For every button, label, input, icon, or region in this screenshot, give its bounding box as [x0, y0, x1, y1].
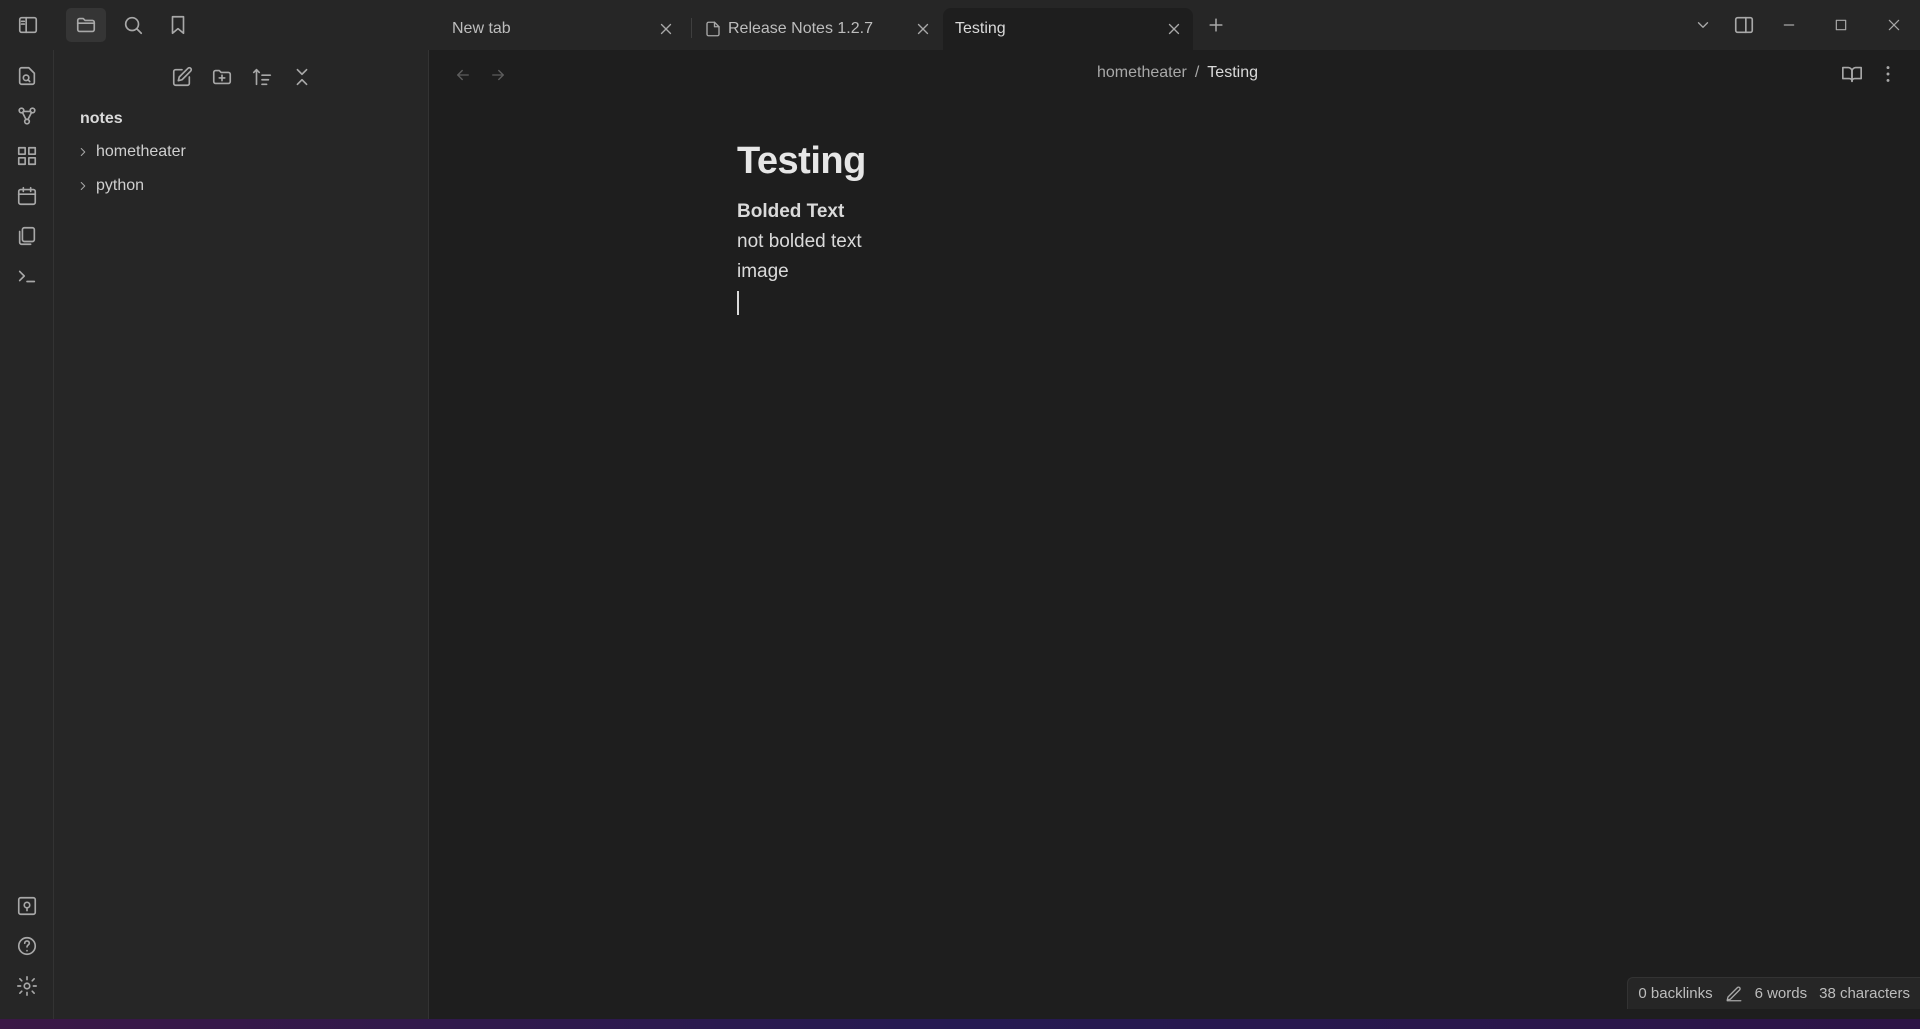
tab-separator — [691, 18, 692, 38]
tab-label: Testing — [955, 20, 1006, 37]
file-icon — [706, 21, 720, 37]
book-open-icon — [1842, 66, 1862, 83]
search-view-button[interactable] — [113, 8, 153, 42]
settings-button[interactable] — [13, 972, 41, 1000]
new-note-icon — [172, 66, 193, 87]
search-icon — [124, 16, 143, 35]
close-icon — [660, 23, 672, 35]
tab-list-button[interactable] — [1683, 8, 1723, 42]
breadcrumb-parent[interactable]: hometheater — [1097, 64, 1187, 82]
close-window-button[interactable] — [1874, 8, 1914, 42]
note-line[interactable]: image — [737, 257, 866, 287]
help-icon — [17, 936, 37, 956]
chevron-right-icon — [76, 145, 96, 159]
bookmark-icon — [171, 15, 185, 35]
chevron-down-icon — [1697, 22, 1709, 28]
tab-label: Release Notes 1.2.7 — [728, 20, 873, 37]
new-tab-button[interactable] — [1196, 8, 1236, 42]
command-palette-button[interactable] — [13, 262, 41, 290]
toggle-right-sidebar-button[interactable] — [1724, 8, 1764, 42]
open-vault-button[interactable] — [13, 892, 41, 920]
minimize-icon — [1783, 24, 1795, 26]
arrow-right-icon — [492, 69, 504, 81]
note-title[interactable]: Testing — [737, 140, 866, 183]
quick-switcher-button[interactable] — [13, 62, 41, 90]
note-content[interactable]: Testing Bolded Text not bolded text imag… — [737, 140, 866, 315]
maximize-button[interactable] — [1821, 8, 1861, 42]
sidebar-left-icon — [18, 16, 38, 34]
graph-view-icon — [18, 107, 36, 125]
word-count: 6 words — [1754, 985, 1808, 1002]
vault-name[interactable]: notes — [80, 110, 123, 128]
tab-new-tab[interactable]: New tab — [440, 8, 685, 50]
open-quick-switcher-icon — [18, 66, 36, 86]
daily-note-button[interactable] — [13, 182, 41, 210]
collapse-all-icon — [296, 68, 308, 86]
toggle-left-sidebar-button[interactable] — [8, 8, 48, 42]
collapse-all-button[interactable] — [287, 62, 317, 92]
chevron-right-icon — [76, 179, 96, 193]
folder-python[interactable]: python — [80, 172, 144, 200]
open-vault-icon — [17, 896, 37, 916]
close-tab-button[interactable] — [657, 20, 675, 38]
title-bar: New tab Release Notes 1.2.7 Testing — [0, 0, 1920, 50]
folder-label: hometheater — [96, 143, 186, 160]
character-count: 38 characters — [1819, 985, 1910, 1002]
close-icon — [917, 23, 929, 35]
navigate-forward-button[interactable] — [485, 62, 511, 88]
canvas-button[interactable] — [13, 142, 41, 170]
canvas-icon — [17, 146, 37, 166]
status-bar: 0 backlinks 6 words 38 characters — [1627, 977, 1920, 1009]
sidebar-right-icon — [1734, 16, 1754, 34]
reading-view-button[interactable] — [1838, 60, 1866, 88]
arrow-left-icon — [457, 69, 469, 81]
close-icon — [1888, 19, 1900, 31]
maximize-icon — [1835, 19, 1847, 31]
breadcrumb-separator: / — [1194, 64, 1200, 81]
edit-mode-icon[interactable] — [1725, 985, 1743, 1003]
folder-hometheater[interactable]: hometheater — [80, 138, 186, 166]
command-palette-icon — [18, 270, 36, 283]
backlinks-count[interactable]: 0 backlinks — [1638, 985, 1712, 1002]
note-line[interactable]: not bolded text — [737, 227, 866, 257]
sort-button[interactable] — [247, 62, 277, 92]
help-button[interactable] — [13, 932, 41, 960]
text-cursor — [737, 291, 739, 315]
new-note-button[interactable] — [167, 62, 197, 92]
close-tab-button[interactable] — [1165, 20, 1183, 38]
new-folder-button[interactable] — [207, 62, 237, 92]
plus-icon — [1209, 18, 1223, 32]
left-ribbon — [0, 50, 54, 1019]
graph-view-button[interactable] — [13, 102, 41, 130]
note-line-bold[interactable]: Bolded Text — [737, 197, 866, 227]
sort-icon — [252, 68, 272, 86]
navigate-back-button[interactable] — [450, 62, 476, 88]
more-options-button[interactable] — [1874, 60, 1902, 88]
settings-icon — [17, 976, 37, 996]
templates-button[interactable] — [13, 222, 41, 250]
tab-release-notes[interactable]: Release Notes 1.2.7 — [694, 8, 942, 50]
tab-testing[interactable]: Testing — [943, 8, 1193, 50]
templates-icon — [18, 226, 36, 246]
daily-note-icon — [17, 186, 37, 206]
bookmarks-view-button[interactable] — [158, 8, 198, 42]
files-view-button[interactable] — [66, 8, 106, 42]
desktop-taskbar-edge — [0, 1019, 1920, 1029]
breadcrumb-current[interactable]: Testing — [1207, 64, 1258, 82]
breadcrumb: hometheater / Testing — [1097, 64, 1258, 82]
more-vertical-icon — [1886, 66, 1890, 82]
file-explorer: notes hometheater python — [54, 50, 429, 1019]
new-folder-icon — [212, 69, 232, 85]
folder-label: python — [96, 177, 145, 194]
tab-label: New tab — [452, 20, 511, 37]
folder-icon — [76, 17, 96, 33]
minimize-button[interactable] — [1769, 8, 1809, 42]
editor-pane: hometheater / Testing Testing Bolded Tex… — [430, 50, 1920, 1019]
close-tab-button[interactable] — [914, 20, 932, 38]
close-icon — [1168, 23, 1180, 35]
